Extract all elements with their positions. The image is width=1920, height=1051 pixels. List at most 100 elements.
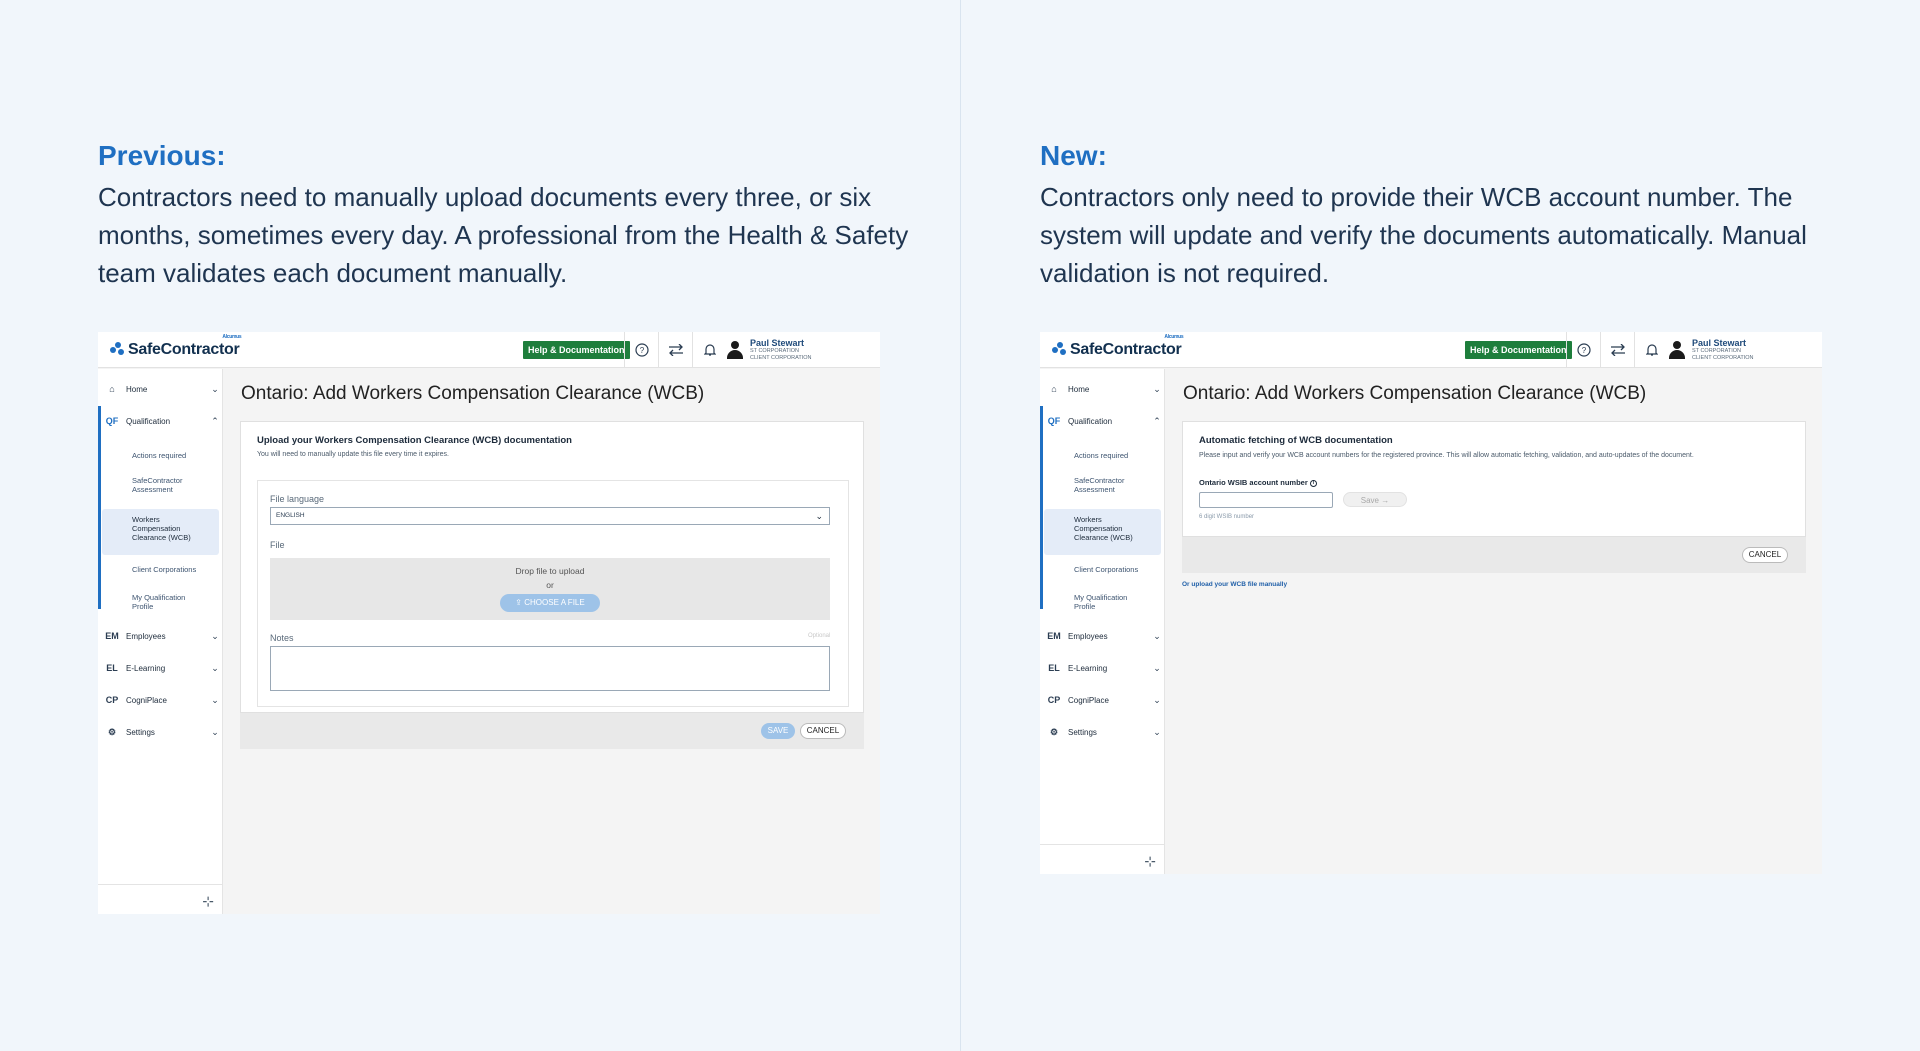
manual-upload-link[interactable]: Or upload your WCB file manually — [1182, 581, 1287, 588]
logo[interactable]: SafeContractor Alcumus — [110, 334, 242, 359]
sidebar-item-elearning[interactable]: EL E-Learning ⌄ — [98, 657, 223, 679]
sidebar-item-elearning[interactable]: EL E-Learning ⌄ — [1040, 657, 1165, 679]
previous-heading: Previous: — [98, 140, 226, 171]
sidebar-item-employees[interactable]: EM Employees ⌄ — [98, 625, 223, 647]
sidebar-footer: ⊹ — [1040, 844, 1164, 874]
sidebar-item-employees[interactable]: EM Employees ⌄ — [1040, 625, 1165, 647]
sidebar-sub-client-corporations[interactable]: Client Corporations — [1074, 565, 1138, 574]
sidebar-item-label: Qualification — [126, 416, 171, 426]
bell-icon[interactable] — [1634, 332, 1668, 368]
form-footer: CANCEL — [1182, 537, 1806, 573]
logo-text: SafeContractor — [128, 340, 240, 358]
chevron-down-icon: ⌄ — [1153, 630, 1161, 641]
optional-label: Optional — [808, 633, 831, 639]
choose-file-button[interactable]: ⇪ CHOOSE A FILE — [500, 594, 600, 612]
sidebar-sub-my-qualification-profile[interactable]: My Qualification Profile — [132, 593, 202, 611]
account-number-input[interactable] — [1199, 492, 1333, 508]
gear-icon: ⚙ — [107, 726, 117, 737]
new-app-screenshot: SafeContractor Alcumus Help & Documentati… — [1040, 332, 1822, 874]
logo-sub: Alcumus — [1164, 333, 1184, 340]
user-menu[interactable]: Paul Stewart ST CORPORATION CLIENT CORPO… — [726, 338, 812, 361]
sidebar-sub-client-corporations[interactable]: Client Corporations — [132, 565, 196, 574]
auto-fetch-card: Automatic fetching of WCB documentation … — [1182, 421, 1806, 537]
sidebar: ⌂ Home ⌄ QF Qualification ⌃ Actions requ… — [98, 369, 223, 914]
sidebar-item-cogniplace[interactable]: CP CogniPlace ⌄ — [98, 689, 223, 711]
chevron-down-icon: ⌄ — [1153, 383, 1161, 394]
sidebar-item-settings[interactable]: ⚙ Settings ⌄ — [98, 721, 223, 743]
choose-file-label: CHOOSE A FILE — [524, 598, 585, 607]
sidebar-item-label: E-Learning — [126, 663, 166, 673]
sidebar-item-home[interactable]: ⌂ Home ⌄ — [98, 378, 223, 400]
help-circle-icon[interactable]: ? — [624, 332, 658, 368]
file-language-select[interactable]: ENGLISH ⌄ — [270, 507, 830, 525]
logo[interactable]: SafeContractor Alcumus — [1052, 334, 1184, 359]
chevron-down-icon: ⌄ — [211, 726, 219, 737]
help-documentation-button[interactable]: Help & Documentation — [1465, 341, 1572, 359]
switch-arrows-icon[interactable] — [658, 332, 692, 368]
chevron-up-icon: ⌃ — [211, 415, 219, 426]
card-subtitle: Please input and verify your WCB account… — [1199, 452, 1694, 459]
bell-icon[interactable] — [692, 332, 726, 368]
chevron-down-icon: ⌄ — [815, 511, 823, 521]
save-label: Save — [1360, 496, 1379, 505]
sidebar-sub-sc-assessment[interactable]: SafeContractor Assessment — [132, 476, 202, 494]
qualification-abbr: QF — [1047, 416, 1061, 426]
collapse-sidebar-icon[interactable]: ⊹ — [1144, 853, 1156, 870]
avatar-icon — [726, 341, 744, 359]
sidebar-sub-actions-required[interactable]: Actions required — [132, 451, 186, 460]
cancel-button[interactable]: CANCEL — [800, 723, 846, 739]
cogniplace-abbr: CP — [1047, 695, 1061, 705]
sidebar-item-cogniplace[interactable]: CP CogniPlace ⌄ — [1040, 689, 1165, 711]
chevron-down-icon: ⌄ — [211, 694, 219, 705]
employees-abbr: EM — [1047, 631, 1061, 641]
account-number-label: Ontario WSIB account number i — [1199, 478, 1317, 487]
file-language-label: File language — [270, 494, 325, 504]
logo-text: SafeContractor — [1070, 340, 1182, 358]
sidebar-item-settings[interactable]: ⚙ Settings ⌄ — [1040, 721, 1165, 743]
help-circle-icon[interactable]: ? — [1566, 332, 1600, 368]
qualification-rail — [98, 406, 101, 609]
cancel-button[interactable]: CANCEL — [1742, 547, 1788, 563]
logo-mark-icon — [1052, 341, 1068, 358]
sidebar-sub-wcb[interactable]: Workers Compensation Clearance (WCB) — [132, 515, 204, 542]
sidebar-sub-my-qualification-profile[interactable]: My Qualification Profile — [1074, 593, 1144, 611]
sidebar-item-label: Home — [126, 384, 148, 394]
qualification-abbr: QF — [105, 416, 119, 426]
sidebar-item-label: Qualification — [1068, 416, 1113, 426]
previous-app-screenshot: SafeContractor Alcumus Help & Documentati… — [98, 332, 880, 914]
chevron-down-icon: ⌄ — [211, 383, 219, 394]
user-menu[interactable]: Paul Stewart ST CORPORATION CLIENT CORPO… — [1668, 338, 1754, 361]
chevron-down-icon: ⌄ — [211, 662, 219, 673]
previous-description: Contractors need to manually upload docu… — [98, 182, 909, 288]
file-dropzone[interactable]: Drop file to upload or ⇪ CHOOSE A FILE — [270, 558, 830, 620]
new-panel: New: Contractors only need to provide th… — [960, 0, 1920, 1051]
elearning-abbr: EL — [1048, 663, 1060, 673]
user-name: Paul Stewart — [1692, 338, 1747, 348]
card-subtitle: You will need to manually update this fi… — [257, 451, 449, 458]
save-button[interactable]: Save → — [1343, 492, 1407, 507]
help-documentation-button[interactable]: Help & Documentation — [523, 341, 630, 359]
sidebar-item-label: CogniPlace — [126, 695, 167, 705]
sidebar-item-qualification[interactable]: QF Qualification ⌃ — [98, 410, 223, 432]
sidebar-sub-wcb[interactable]: Workers Compensation Clearance (WCB) — [1074, 515, 1146, 542]
qualification-rail — [1040, 406, 1043, 609]
sidebar-item-qualification[interactable]: QF Qualification ⌃ — [1040, 410, 1165, 432]
file-label: File — [270, 540, 285, 550]
switch-arrows-icon[interactable] — [1600, 332, 1634, 368]
notes-label: Notes — [270, 633, 294, 643]
sidebar-sub-actions-required[interactable]: Actions required — [1074, 451, 1128, 460]
info-icon[interactable]: i — [1309, 479, 1317, 487]
account-number-label-text: Ontario WSIB account number — [1199, 478, 1308, 487]
employees-abbr: EM — [105, 631, 119, 641]
logo-sub: Alcumus — [222, 333, 242, 340]
top-bar: SafeContractor Alcumus Help & Documentati… — [98, 332, 880, 368]
sidebar-item-label: Employees — [126, 631, 166, 641]
chevron-down-icon: ⌄ — [1153, 662, 1161, 673]
collapse-sidebar-icon[interactable]: ⊹ — [202, 893, 214, 910]
sidebar-item-label: CogniPlace — [1068, 695, 1109, 705]
notes-textarea[interactable] — [270, 646, 830, 691]
sidebar-item-home[interactable]: ⌂ Home ⌄ — [1040, 378, 1165, 400]
save-button[interactable]: SAVE — [761, 723, 795, 739]
logo-mark-icon — [110, 341, 126, 358]
sidebar-sub-sc-assessment[interactable]: SafeContractor Assessment — [1074, 476, 1144, 494]
